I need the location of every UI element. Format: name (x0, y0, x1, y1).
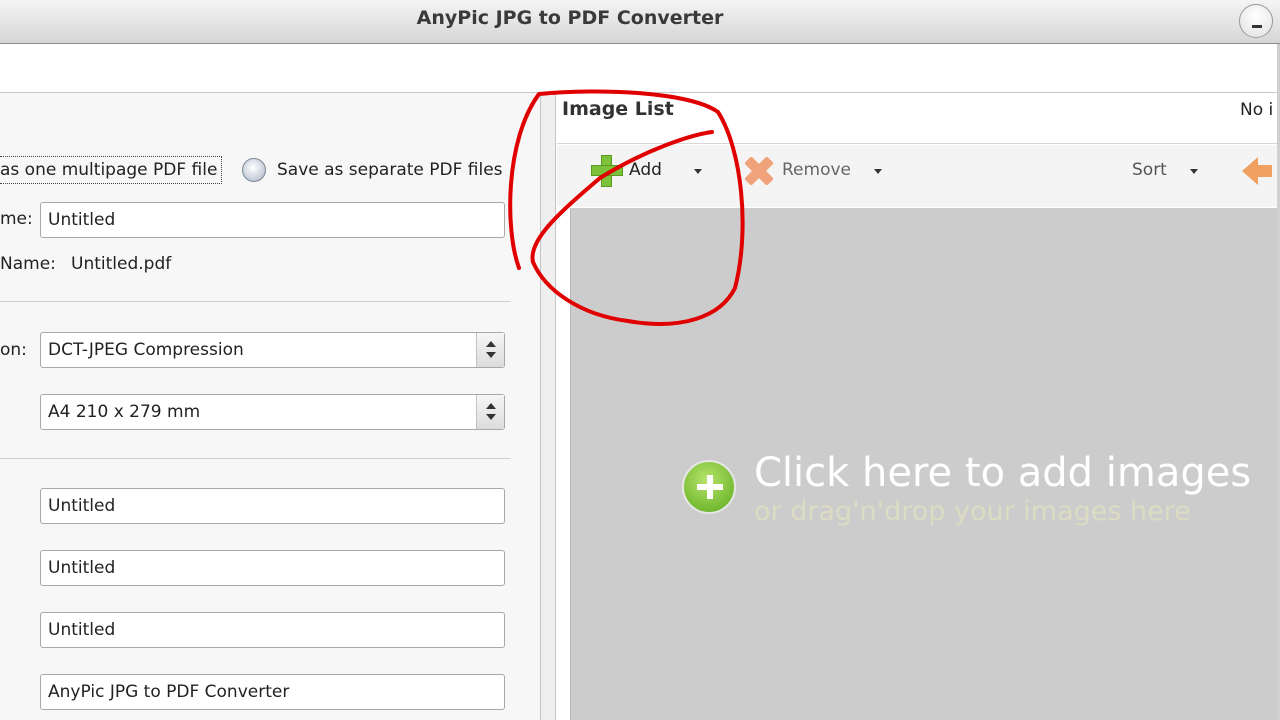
sort-button[interactable]: Sort (1127, 145, 1207, 197)
creator-input[interactable]: AnyPic JPG to PDF Converter (40, 674, 505, 710)
radio-button[interactable] (242, 158, 266, 182)
spinner-arrows-icon[interactable] (476, 395, 504, 429)
section-divider (0, 458, 511, 459)
title-input[interactable]: Untitled (40, 488, 505, 524)
chevron-down-icon[interactable] (694, 169, 702, 174)
title-bar: AnyPic JPG to PDF Converter (0, 0, 1280, 44)
add-label: Add (629, 160, 662, 180)
spinner-arrows-icon[interactable] (476, 333, 504, 367)
page-size-select[interactable]: A4 210 x 279 mm (40, 394, 505, 430)
drop-area-main-text[interactable]: Click here to add images (754, 450, 1251, 496)
save-separate-label: Save as separate PDF files (277, 160, 503, 180)
panel-splitter[interactable] (540, 92, 556, 720)
section-divider (0, 301, 511, 302)
window-title: AnyPic JPG to PDF Converter (416, 7, 724, 29)
compression-value: DCT-JPEG Compression (48, 340, 244, 360)
image-list-toolbar: Add Remove Sort (557, 145, 1277, 207)
chevron-down-icon[interactable] (1190, 169, 1198, 174)
x-icon (743, 155, 775, 187)
drop-area-sub-text: or drag'n'drop your images here (754, 496, 1191, 527)
file-name-label: me: (0, 209, 33, 229)
image-count-text: No i (1240, 100, 1274, 120)
remove-button[interactable]: Remove (737, 145, 897, 197)
image-list-header: Image List No i (557, 92, 1277, 144)
compression-label: on: (0, 340, 27, 360)
file-name-input[interactable]: Untitled (40, 202, 505, 238)
save-multipage-label: as one multipage PDF file (0, 156, 223, 184)
remove-label: Remove (782, 160, 851, 180)
author-input[interactable]: Untitled (40, 612, 505, 648)
image-list-title: Image List (562, 98, 674, 120)
compression-select[interactable]: DCT-JPEG Compression (40, 332, 505, 368)
output-name-label: Name: (0, 254, 56, 274)
output-name-value: Untitled.pdf (71, 254, 172, 274)
chevron-down-icon[interactable] (874, 169, 882, 174)
add-circle-icon[interactable] (682, 460, 736, 514)
add-button[interactable]: Add (557, 145, 717, 197)
subject-input[interactable]: Untitled (40, 550, 505, 586)
arrow-left-icon[interactable] (1242, 157, 1272, 185)
page-size-value: A4 210 x 279 mm (48, 402, 201, 422)
plus-icon (591, 155, 623, 187)
sort-label: Sort (1132, 160, 1167, 180)
minimize-button[interactable] (1239, 4, 1273, 38)
